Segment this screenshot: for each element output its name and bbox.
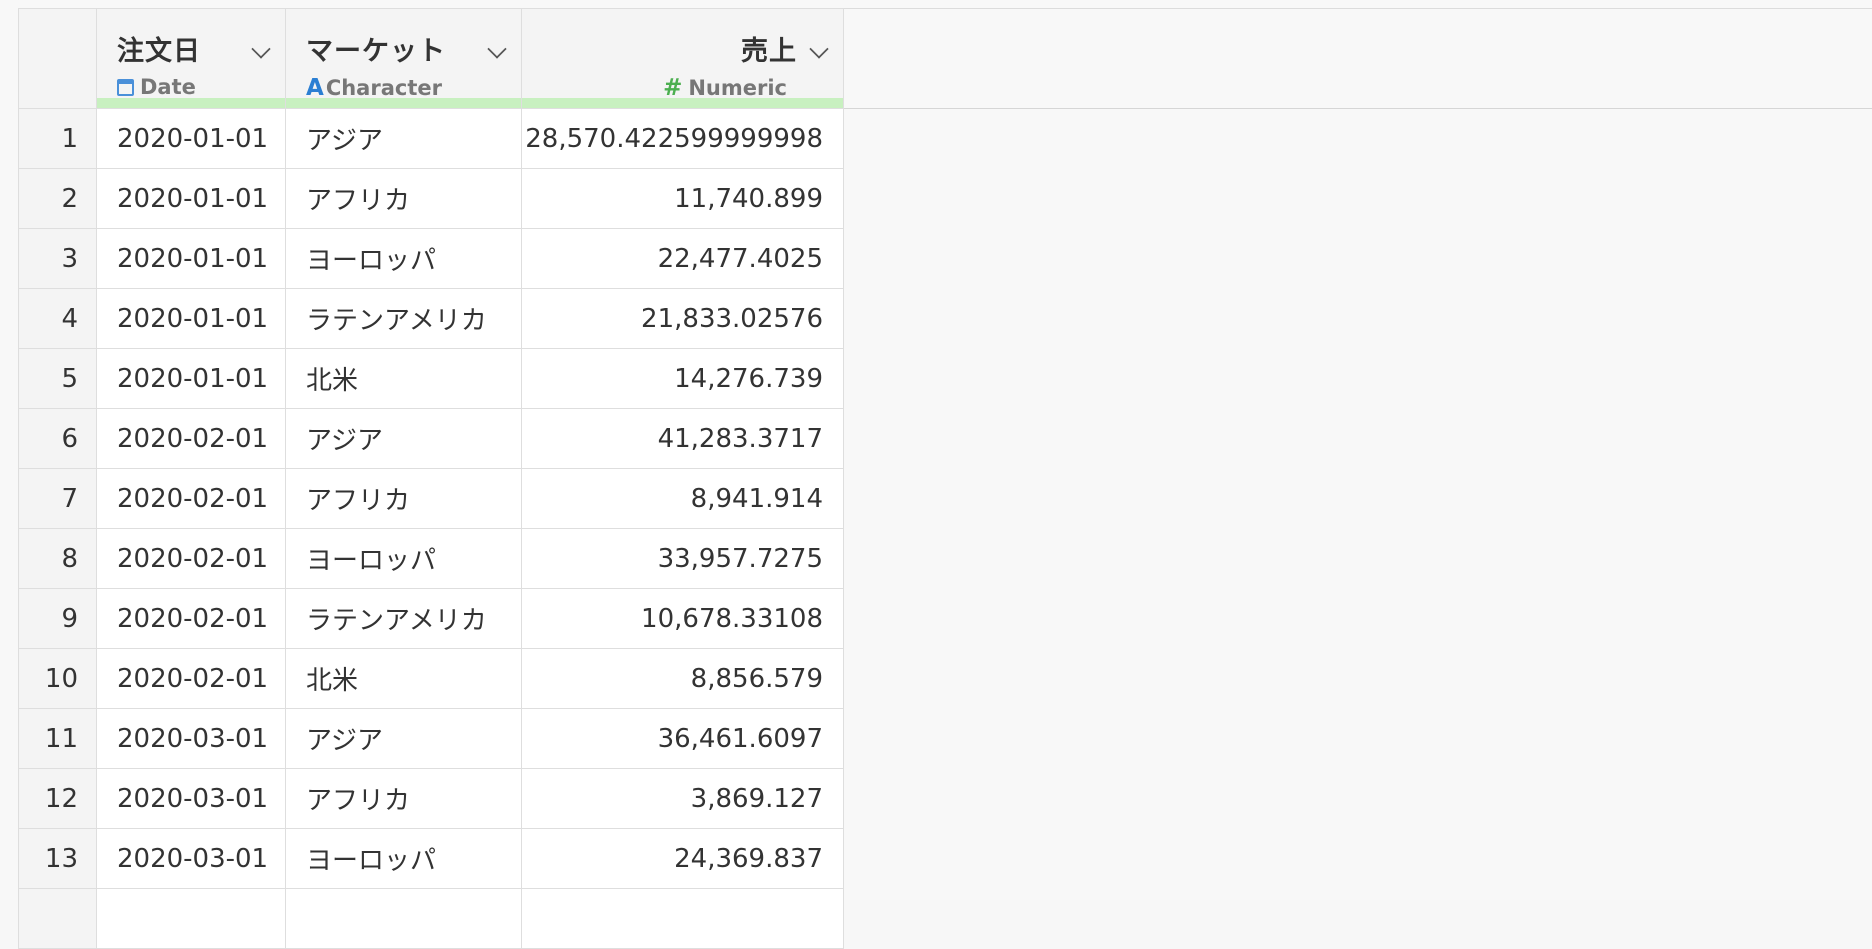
row-number: 10 (18, 648, 97, 709)
cell-order-date[interactable]: 2020-01-01 (96, 288, 286, 349)
cell-sales[interactable]: 14,276.739 (521, 348, 844, 409)
cell-order-date[interactable]: 2020-02-01 (96, 468, 286, 529)
table-row[interactable] (18, 888, 844, 949)
data-table: 注文日 Date マーケット A Character 売上 # Numeric … (18, 8, 844, 949)
table-row[interactable]: 3 2020-01-01 ヨーロッパ 22,477.4025 (18, 228, 844, 289)
table-row[interactable]: 9 2020-02-01 ラテンアメリカ 10,678.33108 (18, 588, 844, 649)
row-number: 1 (18, 108, 97, 169)
row-number: 6 (18, 408, 97, 469)
row-number: 5 (18, 348, 97, 409)
cell-order-date[interactable]: 2020-02-01 (96, 648, 286, 709)
table-row[interactable]: 10 2020-02-01 北米 8,856.579 (18, 648, 844, 709)
header-row: 注文日 Date マーケット A Character 売上 # Numeric (18, 8, 844, 109)
row-number: 13 (18, 828, 97, 889)
row-number: 4 (18, 288, 97, 349)
cell-market[interactable] (285, 888, 522, 949)
cell-market[interactable]: アフリカ (285, 768, 522, 829)
column-name: 売上 (741, 36, 797, 67)
cell-sales[interactable]: 8,941.914 (521, 468, 844, 529)
cell-order-date[interactable]: 2020-02-01 (96, 588, 286, 649)
table-row[interactable]: 8 2020-02-01 ヨーロッパ 33,957.7275 (18, 528, 844, 589)
row-number: 2 (18, 168, 97, 229)
cell-market[interactable]: アフリカ (285, 168, 522, 229)
row-number: 8 (18, 528, 97, 589)
cell-market[interactable]: ラテンアメリカ (285, 288, 522, 349)
table-row[interactable]: 12 2020-03-01 アフリカ 3,869.127 (18, 768, 844, 829)
table-row[interactable]: 5 2020-01-01 北米 14,276.739 (18, 348, 844, 409)
column-type-label: Numeric (688, 76, 787, 100)
cell-market[interactable]: アジア (285, 108, 522, 169)
row-number: 12 (18, 768, 97, 829)
table-body: 1 2020-01-01 アジア 28,570.422599999998 2 2… (18, 108, 844, 949)
column-name: マーケット (306, 36, 446, 67)
cell-order-date[interactable] (96, 888, 286, 949)
cell-order-date[interactable]: 2020-01-01 (96, 168, 286, 229)
cell-order-date[interactable]: 2020-02-01 (96, 528, 286, 589)
row-number: 7 (18, 468, 97, 529)
row-number-header (18, 8, 97, 109)
cell-sales[interactable]: 8,856.579 (521, 648, 844, 709)
cell-sales[interactable]: 10,678.33108 (521, 588, 844, 649)
cell-market[interactable]: アフリカ (285, 468, 522, 529)
column-quality-bar (522, 98, 843, 108)
cell-sales[interactable]: 22,477.4025 (521, 228, 844, 289)
cell-market[interactable]: 北米 (285, 648, 522, 709)
cell-order-date[interactable]: 2020-01-01 (96, 228, 286, 289)
column-type-label: Date (140, 75, 196, 99)
chevron-down-icon[interactable] (487, 39, 507, 59)
chevron-down-icon[interactable] (251, 39, 271, 59)
cell-sales[interactable]: 41,283.3717 (521, 408, 844, 469)
cell-market[interactable]: ヨーロッパ (285, 828, 522, 889)
cell-sales[interactable]: 33,957.7275 (521, 528, 844, 589)
row-number: 3 (18, 228, 97, 289)
table-row[interactable]: 6 2020-02-01 アジア 41,283.3717 (18, 408, 844, 469)
column-header-sales[interactable]: 売上 # Numeric (521, 8, 844, 109)
row-number: 11 (18, 708, 97, 769)
cell-sales[interactable] (521, 888, 844, 949)
chevron-down-icon[interactable] (809, 39, 829, 59)
row-number: 9 (18, 588, 97, 649)
data-grid-area: 注文日 Date マーケット A Character 売上 # Numeric … (0, 0, 1872, 949)
cell-sales[interactable]: 36,461.6097 (521, 708, 844, 769)
cell-sales[interactable]: 28,570.422599999998 (521, 108, 844, 169)
cell-order-date[interactable]: 2020-03-01 (96, 828, 286, 889)
column-header-market[interactable]: マーケット A Character (285, 8, 522, 109)
table-row[interactable]: 4 2020-01-01 ラテンアメリカ 21,833.02576 (18, 288, 844, 349)
table-row[interactable]: 1 2020-01-01 アジア 28,570.422599999998 (18, 108, 844, 169)
cell-market[interactable]: アジア (285, 708, 522, 769)
cell-order-date[interactable]: 2020-01-01 (96, 108, 286, 169)
calendar-icon (117, 78, 134, 96)
cell-market[interactable]: ラテンアメリカ (285, 588, 522, 649)
column-type: Date (117, 75, 196, 99)
cell-market[interactable]: 北米 (285, 348, 522, 409)
column-quality-bar (97, 98, 285, 108)
cell-market[interactable]: ヨーロッパ (285, 228, 522, 289)
cell-sales[interactable]: 3,869.127 (521, 768, 844, 829)
table-row[interactable]: 13 2020-03-01 ヨーロッパ 24,369.837 (18, 828, 844, 889)
cell-order-date[interactable]: 2020-01-01 (96, 348, 286, 409)
cell-market[interactable]: アジア (285, 408, 522, 469)
column-name: 注文日 (117, 36, 201, 67)
column-quality-bar (286, 98, 521, 108)
cell-order-date[interactable]: 2020-03-01 (96, 768, 286, 829)
column-header-order-date[interactable]: 注文日 Date (96, 8, 286, 109)
cell-order-date[interactable]: 2020-02-01 (96, 408, 286, 469)
cell-order-date[interactable]: 2020-03-01 (96, 708, 286, 769)
table-row[interactable]: 2 2020-01-01 アフリカ 11,740.899 (18, 168, 844, 229)
column-type-label: Character (325, 76, 442, 100)
cell-sales[interactable]: 11,740.899 (521, 168, 844, 229)
cell-sales[interactable]: 24,369.837 (521, 828, 844, 889)
cell-market[interactable]: ヨーロッパ (285, 528, 522, 589)
cell-sales[interactable]: 21,833.02576 (521, 288, 844, 349)
row-number (18, 888, 97, 949)
table-row[interactable]: 7 2020-02-01 アフリカ 8,941.914 (18, 468, 844, 529)
table-row[interactable]: 11 2020-03-01 アジア 36,461.6097 (18, 708, 844, 769)
